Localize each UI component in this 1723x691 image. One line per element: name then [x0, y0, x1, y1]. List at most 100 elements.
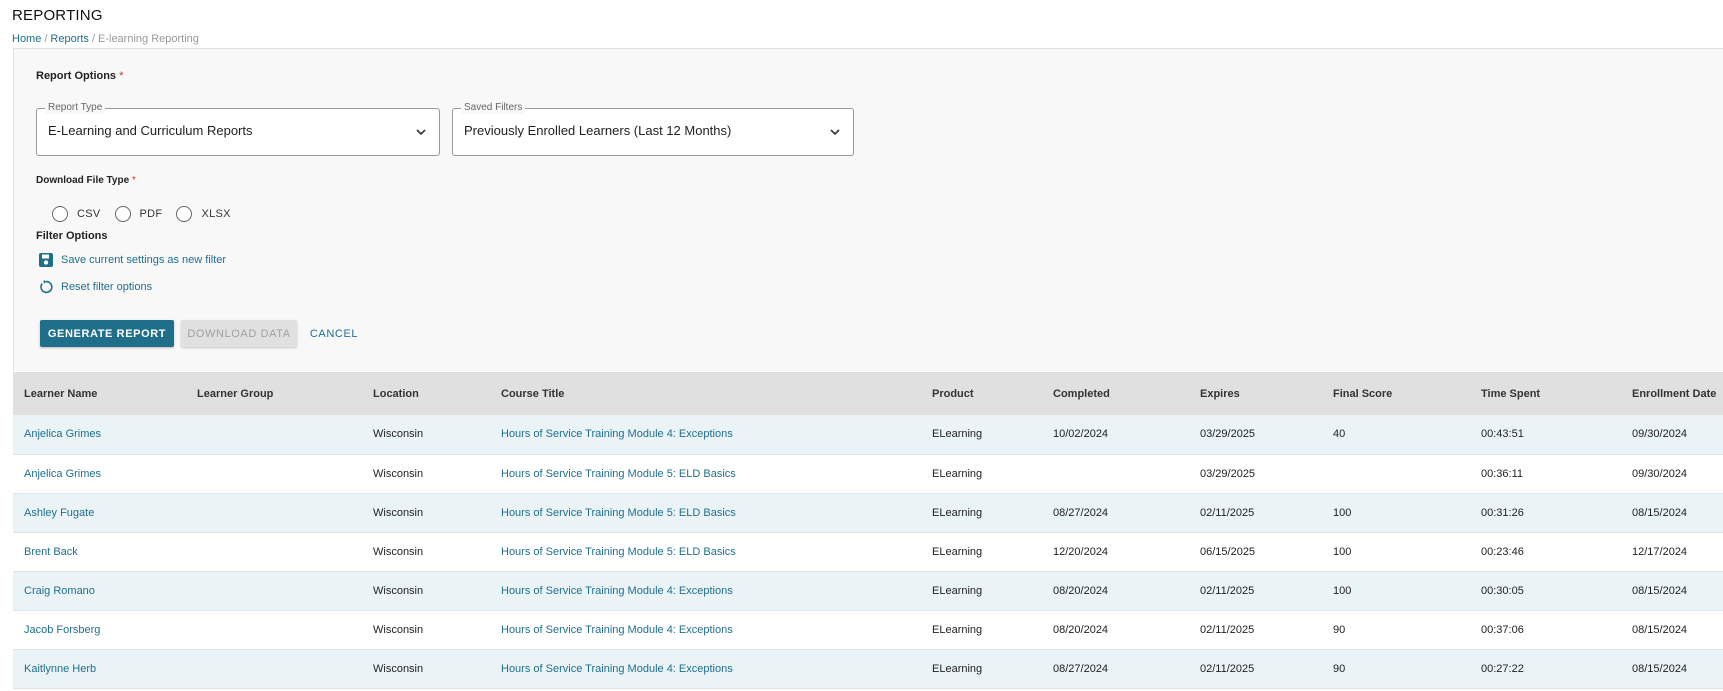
- table-row: Craig Romano Wisconsin Hours of Service …: [13, 571, 1723, 610]
- expires-cell: 03/29/2025: [1200, 467, 1256, 480]
- chevron-down-icon: [830, 129, 840, 136]
- breadcrumb-home-link[interactable]: Home: [12, 33, 41, 45]
- column-header-expires[interactable]: Expires: [1189, 372, 1322, 415]
- reset-filter-link-text: Reset filter options: [61, 281, 153, 293]
- completed-cell: 12/20/2024: [1053, 545, 1109, 558]
- saved-filters-value: Previously Enrolled Learners (Last 12 Mo…: [464, 123, 732, 138]
- download-data-button[interactable]: DOWNLOAD DATA: [181, 320, 297, 347]
- learner-group-cell: [186, 415, 362, 454]
- column-header-learner-group[interactable]: Learner Group: [186, 372, 362, 415]
- expires-cell: 02/11/2025: [1200, 662, 1255, 675]
- radio-csv[interactable]: CSV: [52, 206, 101, 222]
- radio-label: CSV: [77, 208, 101, 220]
- learner-name-link[interactable]: Kaitlynne Herb: [13, 649, 186, 688]
- course-title-link[interactable]: Hours of Service Training Module 4: Exce…: [490, 571, 921, 610]
- expires-cell: 02/11/2025: [1200, 623, 1255, 636]
- expires-cell: 02/11/2025: [1200, 506, 1255, 519]
- course-title-link[interactable]: Hours of Service Training Module 4: Exce…: [490, 649, 921, 688]
- location-cell: Wisconsin: [373, 545, 424, 558]
- completed-cell: [1042, 454, 1189, 493]
- radio-xlsx[interactable]: XLSX: [176, 206, 230, 222]
- enrollment-date-cell: 12/17/2024: [1632, 545, 1688, 558]
- table-row: Jacob Forsberg Wisconsin Hours of Servic…: [13, 610, 1723, 649]
- save-filter-link-text: Save current settings as new filter: [61, 254, 227, 266]
- learner-name-link[interactable]: Anjelica Grimes: [13, 415, 186, 454]
- breadcrumb-reports-link[interactable]: Reports: [50, 33, 89, 45]
- table-body: Anjelica Grimes Wisconsin Hours of Servi…: [13, 415, 1723, 688]
- learner-name-link[interactable]: Brent Back: [13, 532, 186, 571]
- product-cell: ELearning: [932, 467, 983, 480]
- column-header-final-score[interactable]: Final Score: [1322, 372, 1470, 415]
- time-spent-cell: 00:27:22: [1481, 662, 1524, 675]
- expires-cell: 03/29/2025: [1200, 428, 1256, 441]
- table-row: Anjelica Grimes Wisconsin Hours of Servi…: [13, 454, 1723, 493]
- course-title-link[interactable]: Hours of Service Training Module 5: ELD …: [490, 493, 921, 532]
- column-header-learner-name[interactable]: Learner Name: [13, 372, 186, 415]
- column-header-location[interactable]: Location: [362, 372, 490, 415]
- learner-name-link[interactable]: Ashley Fugate: [13, 493, 186, 532]
- column-header-product[interactable]: Product: [921, 372, 1042, 415]
- column-header-completed[interactable]: Completed: [1042, 372, 1189, 415]
- learner-group-cell: [186, 532, 362, 571]
- report-type-value: E-Learning and Curriculum Reports: [48, 123, 253, 138]
- table-row: Kaitlynne Herb Wisconsin Hours of Servic…: [13, 649, 1723, 688]
- enrollment-date-cell: 08/15/2024: [1632, 623, 1688, 636]
- learner-group-cell: [186, 454, 362, 493]
- breadcrumb: Home / Reports / E-learning Reporting: [12, 32, 199, 46]
- course-title-link[interactable]: Hours of Service Training Module 4: Exce…: [490, 415, 921, 454]
- final-score-cell: 100: [1333, 545, 1352, 558]
- expires-cell: 02/11/2025: [1200, 584, 1255, 597]
- required-mark: *: [119, 70, 124, 82]
- page-header: REPORTING Home / Reports / E-learning Report…: [12, 6, 199, 46]
- final-score-cell: 100: [1333, 506, 1352, 519]
- report-options-label: Report Options *: [36, 70, 123, 82]
- radio-label: PDF: [139, 208, 163, 220]
- save-filter-link[interactable]: Save current settings as new filter: [38, 252, 226, 268]
- course-title-link[interactable]: Hours of Service Training Module 5: ELD …: [490, 532, 921, 571]
- learner-name-link[interactable]: Jacob Forsberg: [13, 610, 186, 649]
- enrollment-date-cell: 08/15/2024: [1632, 662, 1688, 675]
- radio-circle[interactable]: [114, 206, 131, 222]
- radio-circle[interactable]: [176, 206, 193, 222]
- learner-group-cell: [186, 493, 362, 532]
- table-row: Brent Back Wisconsin Hours of Service Tr…: [13, 532, 1723, 571]
- learner-group-cell: [186, 649, 362, 688]
- radio-pdf[interactable]: PDF: [114, 206, 163, 222]
- completed-cell: 10/02/2024: [1053, 428, 1109, 441]
- download-file-type-label: Download File Type *: [36, 175, 136, 186]
- radio-circle[interactable]: [52, 206, 68, 222]
- column-header-enrollment-date[interactable]: Enrollment Date: [1621, 372, 1723, 415]
- time-spent-cell: 00:23:46: [1481, 545, 1524, 558]
- time-spent-cell: 00:36:11: [1481, 467, 1524, 480]
- radio-label: XLSX: [201, 208, 231, 220]
- column-header-course-title[interactable]: Course Title: [490, 372, 921, 415]
- learner-name-link[interactable]: Craig Romano: [13, 571, 186, 610]
- floppy-disk-icon: [39, 253, 53, 267]
- report-type-select[interactable]: Report Type E-Learning and Curriculum Re…: [36, 102, 440, 156]
- required-mark: *: [131, 175, 136, 186]
- download-file-type-label-text: Download File Type: [36, 175, 130, 186]
- generate-report-button[interactable]: GENERATE REPORT: [40, 320, 174, 347]
- course-title-link[interactable]: Hours of Service Training Module 4: Exce…: [490, 610, 921, 649]
- course-title-link[interactable]: Hours of Service Training Module 5: ELD …: [490, 454, 921, 493]
- saved-filters-select[interactable]: Saved Filters Previously Enrolled Learne…: [452, 102, 854, 156]
- breadcrumb-current: E-learning Reporting: [98, 33, 199, 45]
- final-score-cell: 40: [1333, 428, 1346, 441]
- completed-cell: 08/27/2024: [1053, 662, 1109, 675]
- table-row: Anjelica Grimes Wisconsin Hours of Servi…: [13, 415, 1723, 454]
- location-cell: Wisconsin: [373, 623, 424, 636]
- learner-group-cell: [186, 571, 362, 610]
- final-score-cell: 100: [1333, 584, 1352, 597]
- time-spent-cell: 00:31:26: [1481, 506, 1524, 519]
- report-table: Learner Name Learner Group Location Cour…: [13, 372, 1723, 689]
- column-header-time-spent[interactable]: Time Spent: [1470, 372, 1621, 415]
- reset-filter-link[interactable]: Reset filter options: [38, 279, 152, 295]
- table-row: Ashley Fugate Wisconsin Hours of Service…: [13, 493, 1723, 532]
- time-spent-cell: 00:30:05: [1481, 584, 1524, 597]
- learner-name-link[interactable]: Anjelica Grimes: [13, 454, 186, 493]
- report-type-legend: Report Type: [45, 102, 106, 114]
- location-cell: Wisconsin: [373, 662, 424, 675]
- saved-filters-legend: Saved Filters: [461, 102, 526, 114]
- breadcrumb-separator: /: [91, 33, 95, 45]
- cancel-button[interactable]: CANCEL: [304, 320, 364, 347]
